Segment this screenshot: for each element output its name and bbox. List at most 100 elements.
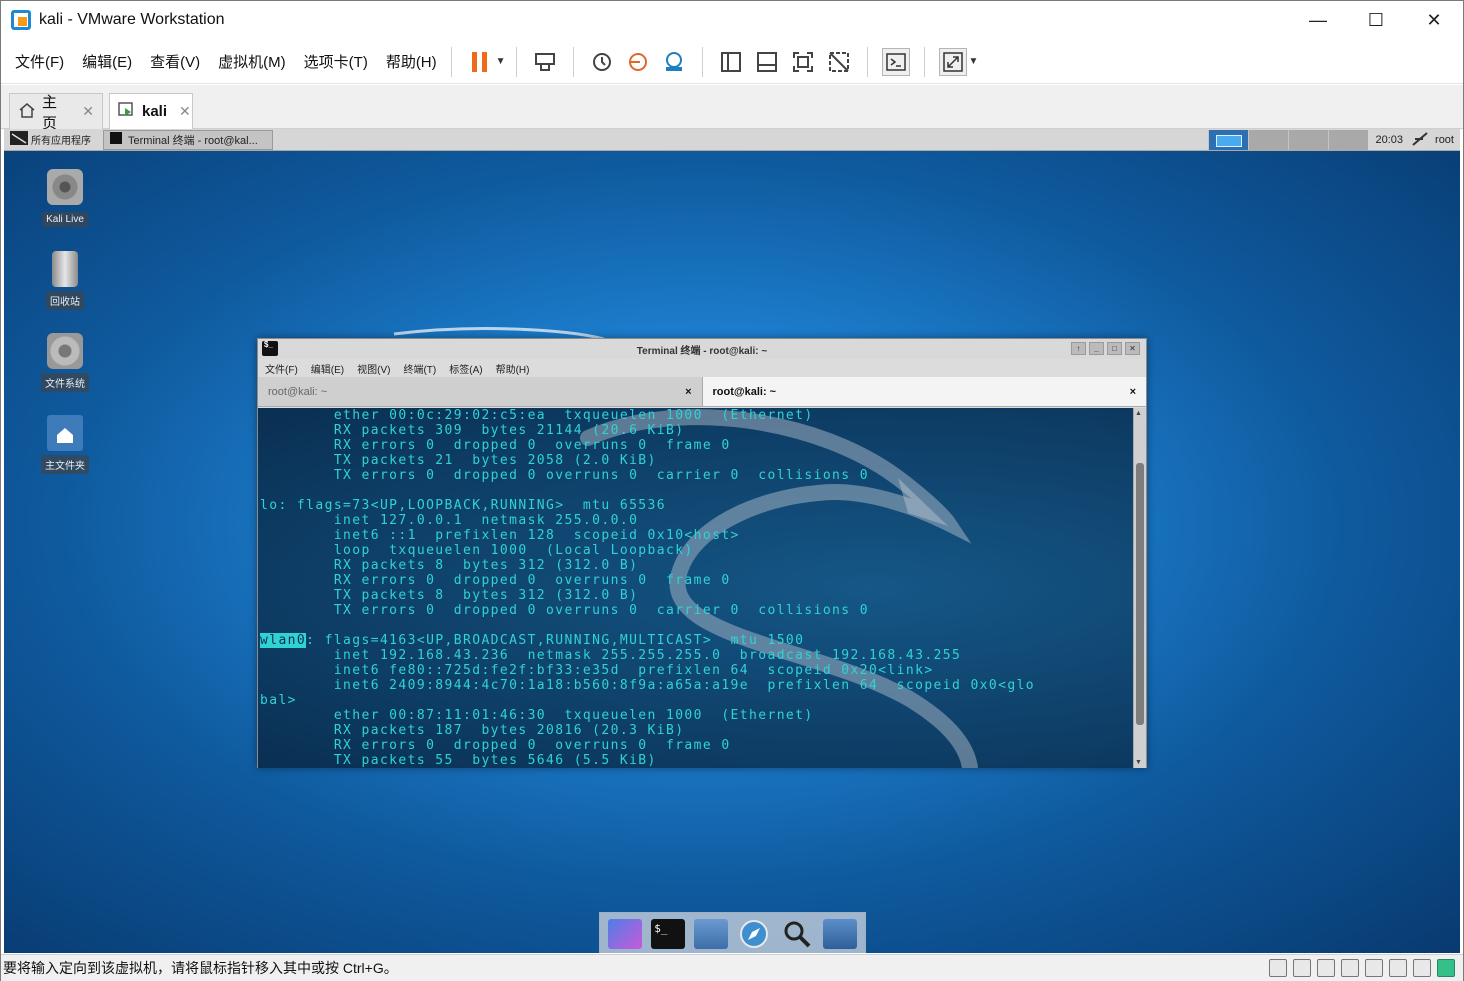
terminal-title-bar[interactable]: $_ Terminal 终端 - root@kali: ~ ↑ _ □ ✕ <box>258 339 1146 359</box>
terminal-tab-close-icon[interactable]: × <box>1130 386 1136 398</box>
manage-snapshots-icon[interactable] <box>660 48 688 76</box>
menu-bar: 文件(F) 编辑(E) 查看(V) 虚拟机(M) 选项卡(T) 帮助(H) ▼ <box>1 40 1463 84</box>
tab-kali[interactable]: kali ✕ <box>109 93 193 129</box>
terminal-line: inet6 fe80::725d:fe2f:bf33:e35d prefixle… <box>333 663 934 678</box>
applications-menu[interactable]: 所有应用程序 <box>4 129 97 151</box>
terminal-line: bal> <box>260 693 297 708</box>
scroll-up-icon[interactable]: ▲ <box>1135 410 1142 417</box>
tab-home[interactable]: 主页 ✕ <box>9 93 103 132</box>
taskbar-terminal-label: Terminal 终端 - root@kal... <box>128 134 258 147</box>
menu-tabs[interactable]: 选项卡(T) <box>304 51 368 72</box>
desktop-icon-label: 回收站 <box>46 291 84 310</box>
terminal-tab-1[interactable]: root@kali: ~ × <box>258 377 702 406</box>
status-bar: 要将输入定向到该虚拟机，请将鼠标指针移入其中或按 Ctrl+G。 <box>1 954 1463 981</box>
tab-home-label: 主页 <box>42 93 58 132</box>
status-message: 要将输入定向到该虚拟机，请将鼠标指针移入其中或按 Ctrl+G。 <box>3 960 398 976</box>
taskbar-terminal[interactable]: Terminal 终端 - root@kal... <box>103 129 273 150</box>
chevron-down-icon[interactable]: ▼ <box>496 56 506 67</box>
maximize-button[interactable]: ☐ <box>1347 1 1405 39</box>
menu-file[interactable]: 文件(F) <box>15 51 64 72</box>
terminal-scrollbar[interactable]: ▲ ▼ <box>1133 408 1146 768</box>
search-icon[interactable] <box>780 919 814 949</box>
vm-display[interactable]: 所有应用程序 Terminal 终端 - root@kal... 20:03 r… <box>4 129 1460 953</box>
terminal-menu-terminal[interactable]: 终端(T) <box>403 361 436 376</box>
printer-icon[interactable] <box>1365 959 1383 977</box>
display-icon[interactable] <box>1413 959 1431 977</box>
workspace-4[interactable] <box>1327 130 1368 150</box>
menu-edit[interactable]: 编辑(E) <box>82 51 132 72</box>
desktop-icon-label: Kali Live <box>42 212 88 227</box>
desktop-icon-home[interactable]: 主文件夹 <box>37 415 93 474</box>
terminal-line: ether 00:87:11:01:46:30 txqueuelen 1000 … <box>333 708 814 723</box>
send-ctrl-alt-del-icon[interactable] <box>531 48 559 76</box>
workspace-2[interactable] <box>1247 130 1288 150</box>
stretch-icon[interactable] <box>938 47 967 76</box>
cd-dvd-icon[interactable] <box>1293 959 1311 977</box>
network-adapter-icon[interactable] <box>1317 959 1335 977</box>
menu-help[interactable]: 帮助(H) <box>386 51 437 72</box>
terminal-menu-help[interactable]: 帮助(H) <box>496 361 530 376</box>
browser-icon[interactable] <box>737 919 771 949</box>
pause-icon[interactable] <box>466 48 494 76</box>
menu-vm[interactable]: 虚拟机(M) <box>218 51 286 72</box>
desktop-icon-filesystem[interactable]: 文件系统 <box>37 333 93 392</box>
thumbnail-icon[interactable] <box>753 48 781 76</box>
terminal-line: loop txqueuelen 1000 (Local Loopback) <box>333 543 694 558</box>
terminal-line: TX packets 21 bytes 2058 (2.0 KiB) <box>333 453 657 468</box>
network-icon[interactable] <box>1411 131 1429 150</box>
minimize-button[interactable]: — <box>1289 1 1347 39</box>
terminal-maximize-button[interactable]: □ <box>1107 342 1122 355</box>
desktop-icon-trash[interactable]: 回收站 <box>37 251 93 310</box>
fullscreen-icon[interactable] <box>789 48 817 76</box>
tab-close-icon[interactable]: ✕ <box>179 103 191 120</box>
desktop-icon-kali-live[interactable]: Kali Live <box>37 169 93 227</box>
terminal-tab-2[interactable]: root@kali: ~ × <box>701 377 1146 406</box>
terminal-minimize-button[interactable]: _ <box>1089 342 1104 355</box>
menu-view[interactable]: 查看(V) <box>150 51 200 72</box>
message-log-icon[interactable] <box>1437 959 1455 977</box>
terminal-scrollbar-thumb[interactable] <box>1136 463 1144 725</box>
usb-icon[interactable] <box>1341 959 1359 977</box>
scroll-down-icon[interactable]: ▼ <box>1135 759 1142 766</box>
terminal-window[interactable]: $_ Terminal 终端 - root@kali: ~ ↑ _ □ ✕ 文件… <box>257 338 1147 768</box>
revert-snapshot-icon[interactable] <box>624 48 652 76</box>
terminal-menu-edit[interactable]: 编辑(E) <box>311 361 344 376</box>
hard-disk-icon[interactable] <box>1269 959 1287 977</box>
panel-clock[interactable]: 20:03 <box>1368 134 1412 146</box>
terminal-menu-view[interactable]: 视图(V) <box>357 361 390 376</box>
close-button[interactable]: ✕ <box>1405 1 1463 39</box>
terminal-menu-file[interactable]: 文件(F) <box>265 361 298 376</box>
chevron-down-icon[interactable]: ▼ <box>969 56 979 67</box>
home-folder-icon <box>47 415 83 451</box>
terminal-output[interactable]: ether 00:0c:29:02:c5:ea txqueuelen 1000 … <box>258 408 1134 768</box>
terminal-text: ether 00:0c:29:02:c5:ea txqueuelen 1000 … <box>258 408 1134 768</box>
sound-icon[interactable] <box>1389 959 1407 977</box>
toolbar-separator <box>923 46 925 77</box>
workspace-1[interactable] <box>1207 130 1248 150</box>
vmware-logo-icon <box>11 10 31 30</box>
terminal-icon[interactable]: $_ <box>651 919 686 949</box>
files-icon[interactable] <box>694 919 729 949</box>
terminal-tab-close-icon[interactable]: × <box>685 386 691 398</box>
unity-icon[interactable] <box>825 48 853 76</box>
terminal-icon: $_ <box>262 341 278 356</box>
xfce-panel: 所有应用程序 Terminal 终端 - root@kal... 20:03 r… <box>4 129 1460 151</box>
terminal-line: ether 00:0c:29:02:c5:ea txqueuelen 1000 … <box>333 408 814 423</box>
console-icon[interactable] <box>881 47 910 76</box>
terminal-menu-tabs[interactable]: 标签(A) <box>449 361 482 376</box>
terminal-close-button[interactable]: ✕ <box>1125 342 1140 355</box>
panel-user[interactable]: root <box>1429 134 1460 146</box>
folder-icon[interactable] <box>822 919 857 949</box>
workspace-3[interactable] <box>1287 130 1328 150</box>
disc-icon <box>47 169 83 205</box>
applications-label: 所有应用程序 <box>31 136 91 147</box>
terminal-icon <box>110 132 122 147</box>
library-icon[interactable] <box>717 48 745 76</box>
snapshot-icon[interactable] <box>588 48 616 76</box>
device-icons <box>1269 959 1455 977</box>
keep-above-icon[interactable]: ↑ <box>1071 342 1086 355</box>
tab-close-icon[interactable]: ✕ <box>82 103 94 120</box>
title-bar: kali - VMware Workstation — ☐ ✕ <box>1 1 1463 39</box>
desktop-icon[interactable] <box>608 919 643 949</box>
panel-right: 20:03 root <box>1207 129 1461 151</box>
